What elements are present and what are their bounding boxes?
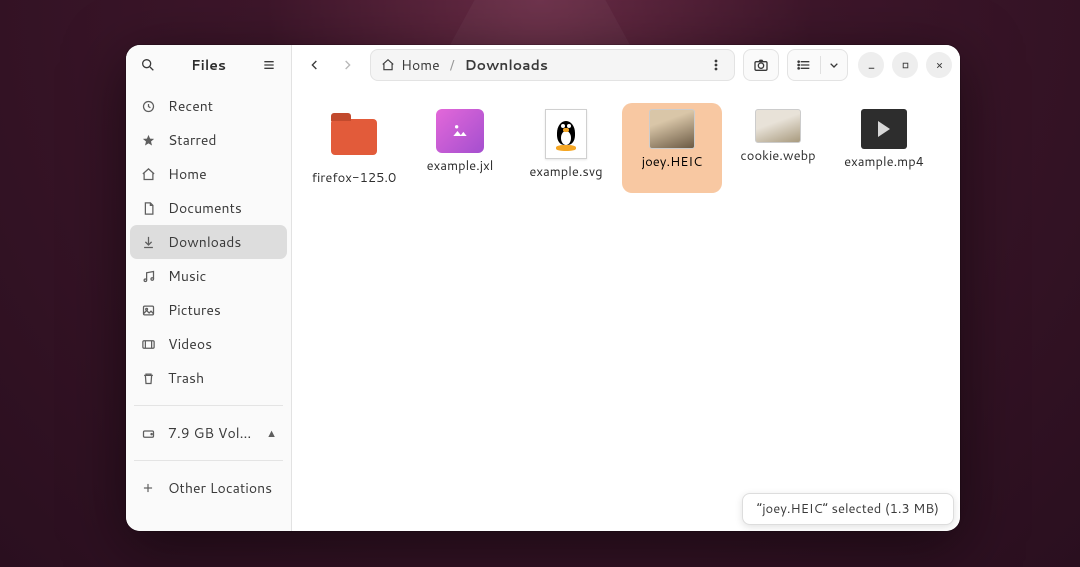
hamburger-icon — [261, 57, 277, 73]
path-bar[interactable]: Home / Downloads — [370, 49, 735, 81]
home-icon — [381, 58, 395, 72]
sidebar-item-starred[interactable]: Starred — [130, 123, 287, 157]
plus-icon — [140, 481, 156, 495]
sidebar-item-volume[interactable]: 7.9 GB Vol… ▲ — [130, 416, 287, 450]
downloads-icon — [140, 235, 156, 250]
home-icon — [140, 167, 156, 182]
trash-icon — [140, 371, 156, 386]
breadcrumb-current[interactable]: Downloads — [465, 55, 548, 75]
sidebar-header: Files — [126, 45, 291, 85]
sidebar-item-pictures[interactable]: Pictures — [130, 293, 287, 327]
sidebar-item-label: Documents — [168, 198, 277, 218]
sidebar: Files Recent Starred Home Documents Download… — [126, 45, 292, 531]
file-name: cookie.webp — [740, 149, 815, 165]
chevron-right-icon — [339, 57, 355, 73]
sidebar-item-videos[interactable]: Videos — [130, 327, 287, 361]
sidebar-item-label: Trash — [168, 368, 277, 388]
search-icon — [140, 57, 156, 73]
file-item[interactable]: joey.HEIC — [622, 103, 722, 193]
kebab-icon — [708, 57, 724, 73]
nav-forward-button[interactable] — [332, 50, 362, 80]
document-icon — [140, 201, 156, 216]
minimize-icon — [866, 60, 877, 71]
video-thumbnail — [861, 109, 907, 149]
sidebar-item-label: Videos — [168, 334, 277, 354]
file-name: example.jxl — [427, 159, 494, 175]
svg-thumbnail — [545, 109, 587, 159]
breadcrumb-home[interactable]: Home — [381, 55, 440, 75]
sidebar-item-label: Other Locations — [168, 478, 277, 498]
file-item[interactable]: example.jxl — [410, 103, 510, 193]
file-manager-window: Files Recent Starred Home Documents Download… — [126, 45, 960, 531]
sidebar-item-trash[interactable]: Trash — [130, 361, 287, 395]
image-thumbnail — [649, 109, 695, 149]
maximize-icon — [900, 60, 911, 71]
view-switcher — [787, 49, 848, 81]
window-close-button[interactable] — [926, 52, 952, 78]
breadcrumb-label: Home — [401, 55, 440, 75]
list-icon — [796, 57, 812, 73]
search-button[interactable] — [134, 51, 162, 79]
eject-icon[interactable]: ▲ — [266, 425, 277, 441]
sidebar-item-label: Pictures — [168, 300, 277, 320]
music-icon — [140, 269, 156, 284]
close-icon — [934, 60, 945, 71]
sidebar-separator — [134, 460, 283, 461]
recent-icon — [140, 99, 156, 114]
file-name: joey.HEIC — [642, 155, 703, 171]
drive-icon — [140, 426, 156, 441]
file-item[interactable]: example.mp4 — [834, 103, 934, 193]
file-name: firefox-125.0 — [312, 171, 396, 187]
sidebar-item-label: Recent — [168, 96, 277, 116]
breadcrumb-separator: / — [450, 55, 455, 75]
file-item[interactable]: example.svg — [516, 103, 616, 193]
nav-arrows — [300, 50, 362, 80]
window-minimize-button[interactable] — [858, 52, 884, 78]
sidebar-separator — [134, 405, 283, 406]
sidebar-item-other-locations[interactable]: Other Locations — [130, 471, 287, 505]
breadcrumb-label: Downloads — [465, 55, 548, 75]
pictures-icon — [140, 303, 156, 318]
camera-icon — [753, 57, 769, 73]
star-icon — [140, 133, 156, 148]
view-options-button[interactable] — [821, 50, 847, 80]
sidebar-item-label: 7.9 GB Vol… — [168, 423, 254, 443]
camera-search-button[interactable] — [743, 49, 779, 81]
sidebar-item-label: Starred — [168, 130, 277, 150]
sidebar-places-list: Recent Starred Home Documents Downloads Music… — [126, 85, 291, 399]
file-item[interactable]: firefox-125.0 — [304, 103, 404, 193]
nav-back-button[interactable] — [300, 50, 330, 80]
sidebar-item-music[interactable]: Music — [130, 259, 287, 293]
sidebar-menu-button[interactable] — [255, 51, 283, 79]
file-grid: firefox-125.0 example.jxl example.svg joey.… — [304, 103, 948, 193]
status-bar: “joey.HEIC” selected (1.3 MB) — [742, 493, 954, 525]
sidebar-item-home[interactable]: Home — [130, 157, 287, 191]
status-text: “joey.HEIC” selected (1.3 MB) — [757, 500, 939, 518]
file-view[interactable]: firefox-125.0 example.jxl example.svg joey.… — [292, 85, 960, 531]
image-icon — [436, 109, 484, 153]
sidebar-other-list: Other Locations — [126, 467, 291, 509]
videos-icon — [140, 337, 156, 352]
app-title: Files — [168, 55, 249, 75]
sidebar-volumes-list: 7.9 GB Vol… ▲ — [126, 412, 291, 454]
folder-icon — [316, 109, 392, 165]
sidebar-item-label: Home — [168, 164, 277, 184]
chevron-left-icon — [307, 57, 323, 73]
file-item[interactable]: cookie.webp — [728, 103, 828, 193]
file-name: example.mp4 — [844, 155, 924, 171]
chevron-down-icon — [826, 57, 842, 73]
sidebar-item-documents[interactable]: Documents — [130, 191, 287, 225]
view-list-button[interactable] — [788, 50, 820, 80]
window-controls — [858, 52, 952, 78]
sidebar-item-downloads[interactable]: Downloads — [130, 225, 287, 259]
file-name: example.svg — [529, 165, 602, 181]
image-thumbnail — [755, 109, 801, 143]
sidebar-item-label: Downloads — [168, 232, 277, 252]
sidebar-item-recent[interactable]: Recent — [130, 89, 287, 123]
sidebar-item-label: Music — [168, 266, 277, 286]
path-menu-button[interactable] — [702, 51, 730, 79]
toolbar: Home / Downloads — [292, 45, 960, 85]
main-panel: Home / Downloads — [292, 45, 960, 531]
window-maximize-button[interactable] — [892, 52, 918, 78]
